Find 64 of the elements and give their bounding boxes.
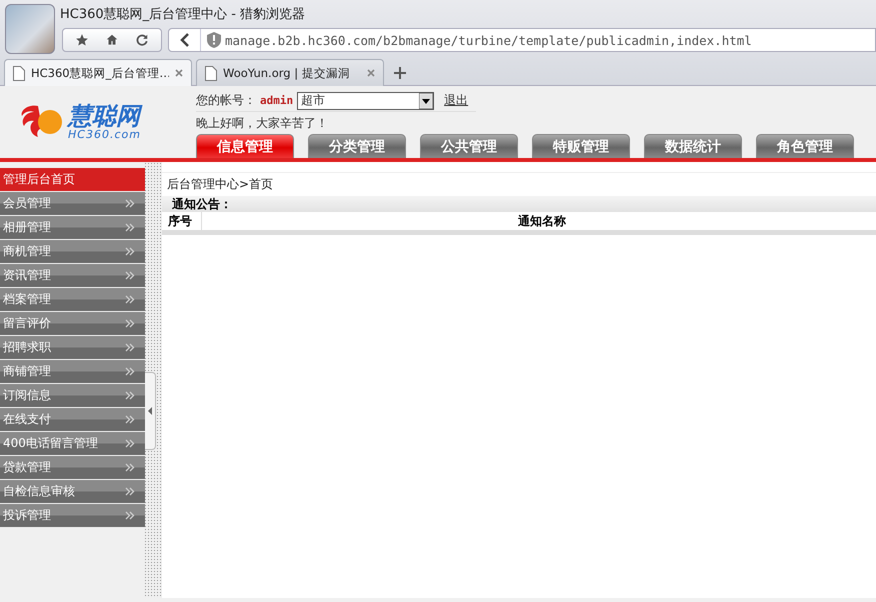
double-chevron-icon (125, 319, 135, 328)
nav-tab[interactable]: 分类管理 (308, 134, 406, 158)
nav-tab[interactable]: 数据统计 (644, 134, 742, 158)
sidebar-item[interactable]: 档案管理 (0, 288, 145, 312)
sidebar-item[interactable]: 相册管理 (0, 216, 145, 240)
nav-tab[interactable]: 信息管理 (196, 134, 294, 158)
double-chevron-icon (125, 463, 135, 472)
back-icon (180, 33, 190, 47)
double-chevron-icon (125, 415, 135, 424)
page-icon (13, 66, 25, 80)
sidebar-item[interactable]: 自检信息审核 (0, 480, 145, 504)
double-chevron-icon (125, 271, 135, 280)
close-icon[interactable] (175, 69, 183, 77)
greeting-text: 晚上好啊，大家辛苦了！ (196, 114, 329, 132)
close-icon[interactable] (367, 69, 375, 77)
account-name: admin (260, 94, 294, 107)
nav-tab[interactable]: 角色管理 (756, 134, 854, 158)
double-chevron-icon (125, 343, 135, 352)
double-chevron-icon (125, 439, 135, 448)
page-icon (205, 66, 217, 80)
logout-link[interactable]: 退出 (444, 92, 468, 109)
double-chevron-icon (125, 199, 135, 208)
nav-tab[interactable]: 特贩管理 (532, 134, 630, 158)
left-arrow-icon (148, 407, 152, 415)
window-title: HC360慧聪网_后台管理中心 - 猎豹浏览器 (60, 6, 306, 22)
double-chevron-icon (125, 391, 135, 400)
account-label: 您的帐号： (196, 92, 256, 109)
double-chevron-icon (125, 247, 135, 256)
column-header: 通知名称 (517, 212, 567, 230)
double-chevron-icon (125, 487, 135, 496)
url-text: manage.b2b.hc360.com/b2bmanage/turbine/template/publicadmin,index.html (225, 32, 752, 48)
logo-text: 慧聪网 (68, 104, 141, 128)
home-icon (105, 33, 119, 47)
collapse-handle[interactable] (145, 372, 156, 450)
sidebar-item[interactable]: 在线支付 (0, 408, 145, 432)
double-chevron-icon (125, 511, 135, 520)
double-chevron-icon (125, 367, 135, 376)
address-bar[interactable]: manage.b2b.hc360.com/b2bmanage/turbine/template/publicadmin,index.html (168, 28, 876, 52)
sidebar-item[interactable]: 400电话留言管理 (0, 432, 145, 456)
site-select[interactable]: 超市 (297, 92, 434, 110)
double-chevron-icon (125, 223, 135, 232)
sidebar-item[interactable]: 商铺管理 (0, 360, 145, 384)
sidebar-item[interactable]: 订阅信息 (0, 384, 145, 408)
profile-photo-placeholder[interactable] (5, 4, 55, 54)
sidebar-item[interactable]: 商机管理 (0, 240, 145, 264)
column-header: 序号 (162, 212, 202, 230)
sidebar-item[interactable]: 留言评价 (0, 312, 145, 336)
breadcrumb: 后台管理中心>首页 (167, 176, 274, 193)
plus-icon (394, 66, 406, 78)
double-chevron-icon (125, 295, 135, 304)
sidebar-item[interactable]: 招聘求职 (0, 336, 145, 360)
sidebar-item[interactable]: 资讯管理 (0, 264, 145, 288)
logo-subtext: HC360.com (68, 128, 141, 140)
sidebar-item[interactable]: 会员管理 (0, 192, 145, 216)
reload-icon (135, 33, 149, 47)
browser-tab[interactable]: WooYun.org | 提交漏洞 (196, 59, 384, 86)
nav-tab[interactable]: 公共管理 (420, 134, 518, 158)
sidebar-item[interactable]: 贷款管理 (0, 456, 145, 480)
shield-icon (207, 32, 221, 48)
dropdown-arrow-icon (419, 92, 434, 108)
sidebar-item[interactable]: 管理后台首页 (0, 168, 145, 192)
notice-title: 通知公告： (172, 196, 232, 212)
star-icon (75, 33, 89, 47)
sidebar-item[interactable]: 投诉管理 (0, 504, 145, 528)
